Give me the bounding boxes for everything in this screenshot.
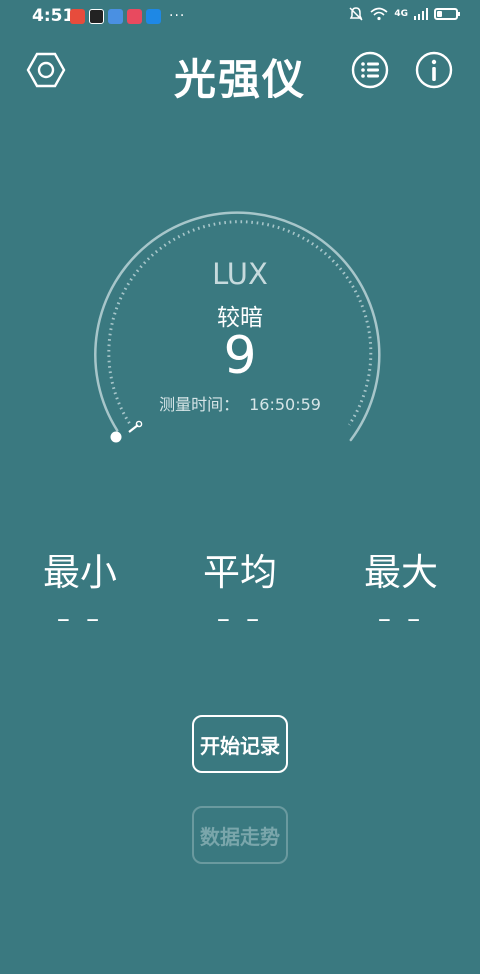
stat-min: 最小 – – (10, 542, 150, 634)
stat-min-value: – – (56, 604, 104, 634)
stat-avg: 平均 – – (170, 542, 310, 634)
data-trend-button[interactable]: 数据走势 (192, 806, 288, 864)
start-record-button[interactable]: 开始记录 (192, 715, 288, 773)
stat-max-label: 最大 (364, 551, 438, 594)
stat-avg-label: 平均 (203, 551, 277, 594)
gauge-needle-tip (135, 420, 143, 428)
gauge-indicator (110, 431, 122, 443)
measure-time-row: 测量时间： 16:50:59 (0, 391, 480, 415)
lux-reading: 9 (223, 326, 257, 386)
lux-unit: LUX (212, 257, 268, 291)
stat-avg-value: – – (216, 604, 264, 634)
stat-max-value: – – (377, 604, 425, 634)
measure-time-label: 测量时间： (159, 395, 240, 414)
stat-min-label: 最小 (43, 551, 117, 594)
measure-time-value: 16:50:59 (249, 395, 321, 414)
stat-max: 最大 – – (331, 542, 471, 634)
